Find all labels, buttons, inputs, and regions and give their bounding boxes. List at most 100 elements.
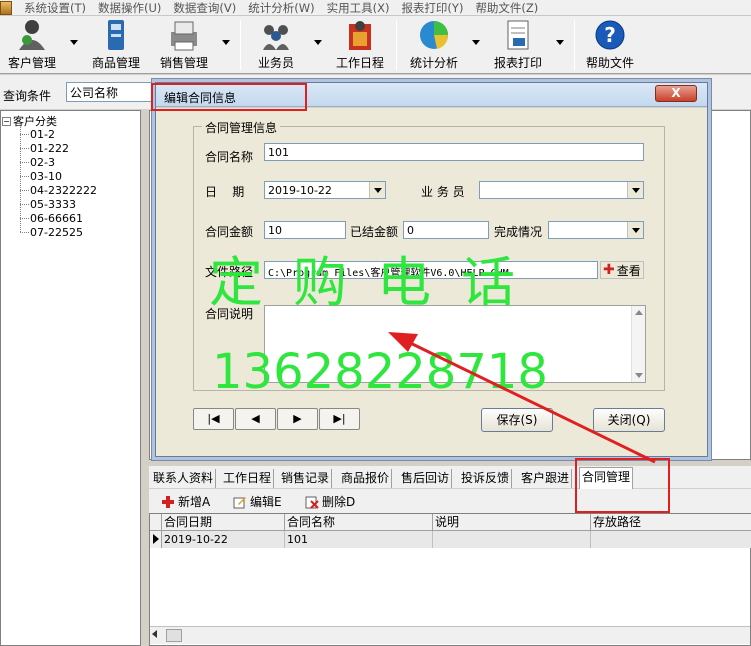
customer-icon	[15, 18, 49, 52]
save-button[interactable]: 保存(S)	[481, 408, 553, 432]
staff-button[interactable]: 业务员	[248, 18, 304, 72]
column-contract-date[interactable]: 合同日期	[162, 514, 285, 531]
menu-report-print[interactable]: 报表打印(Y)	[395, 0, 469, 15]
customer-management-label: 客户管理	[7, 56, 56, 70]
tree-item[interactable]: 07-22525	[30, 226, 83, 239]
tree-item[interactable]: 01-222	[30, 142, 69, 155]
splitter[interactable]	[141, 110, 149, 646]
first-record-button[interactable]: |◀	[193, 408, 234, 430]
tab-contacts[interactable]: 联系人资料	[151, 469, 217, 488]
cell-description[interactable]	[433, 531, 591, 548]
tree-item[interactable]: 02-3	[30, 156, 55, 169]
table-row[interactable]: 2019-10-22 101	[150, 531, 751, 548]
column-contract-name[interactable]: 合同名称	[285, 514, 433, 531]
last-record-button[interactable]: ▶|	[319, 408, 360, 430]
query-condition-label: 查询条件	[3, 89, 52, 103]
tree-item[interactable]: 05-3333	[30, 198, 76, 211]
tree-line	[20, 176, 29, 177]
menu-system-settings[interactable]: 系统设置(T)	[18, 0, 92, 15]
product-icon	[99, 18, 133, 52]
chevron-down-icon[interactable]	[369, 182, 385, 198]
add-label: 新增A	[178, 495, 211, 509]
statistics-button[interactable]: 统计分析	[404, 18, 464, 72]
report-print-button[interactable]: 报表打印	[490, 18, 546, 72]
tree-line	[20, 148, 29, 149]
tree-line	[20, 218, 29, 219]
tree-item[interactable]: 01-2	[30, 128, 55, 141]
schedule-label: 工作日程	[335, 56, 384, 70]
staff-icon	[259, 18, 293, 52]
staff-label: 业务员	[257, 56, 294, 70]
sales-icon	[167, 18, 201, 52]
cell-storage-path[interactable]	[591, 531, 751, 548]
scroll-up-icon[interactable]	[635, 310, 643, 315]
tree-root[interactable]: − 客户分类	[2, 113, 57, 129]
settled-amount-input[interactable]: 0	[403, 221, 489, 239]
annotation-box-contract-tab	[575, 458, 670, 513]
grid-corner	[150, 514, 162, 531]
cell-contract-name[interactable]: 101	[285, 531, 433, 548]
tree-line	[20, 162, 29, 163]
collapse-icon[interactable]: −	[2, 116, 11, 126]
report-icon	[501, 18, 535, 52]
tab-after-sales[interactable]: 售后回访	[399, 469, 453, 488]
chevron-down-icon[interactable]	[627, 182, 643, 198]
sales-dropdown-arrow[interactable]	[222, 40, 230, 45]
tab-product-quotes[interactable]: 商品报价	[339, 469, 393, 488]
menu-tools[interactable]: 实用工具(X)	[321, 0, 396, 15]
column-storage-path[interactable]: 存放路径	[591, 514, 751, 531]
next-record-button[interactable]: ▶	[277, 408, 318, 430]
report-dropdown-arrow[interactable]	[556, 40, 564, 45]
edit-icon	[233, 495, 247, 509]
tab-sales-records[interactable]: 销售记录	[279, 469, 333, 488]
query-field-select[interactable]: 公司名称	[66, 82, 152, 102]
edit-label: 编辑E	[250, 495, 282, 509]
close-icon[interactable]: X	[655, 85, 697, 102]
scroll-down-icon[interactable]	[635, 373, 643, 378]
column-description[interactable]: 说明	[433, 514, 591, 531]
tab-complaints[interactable]: 投诉反馈	[459, 469, 513, 488]
staff-dropdown-arrow[interactable]	[314, 40, 322, 45]
vertical-scrollbar[interactable]	[631, 306, 645, 382]
schedule-button[interactable]: 工作日程	[332, 18, 388, 72]
schedule-icon	[343, 18, 377, 52]
row-indicator-icon	[150, 531, 162, 548]
menu-help[interactable]: 帮助文件(Z)	[469, 0, 544, 15]
statistics-dropdown-arrow[interactable]	[472, 40, 480, 45]
tree-item[interactable]: 04-2322222	[30, 184, 97, 197]
app-icon	[0, 0, 12, 15]
previous-record-button[interactable]: ◀	[235, 408, 276, 430]
horizontal-scrollbar[interactable]	[150, 626, 750, 644]
cell-contract-date[interactable]: 2019-10-22	[162, 531, 285, 548]
scroll-left-icon[interactable]	[152, 630, 157, 638]
order-phone-banner: 定购电话	[209, 251, 545, 314]
sales-management-button[interactable]: 销售管理	[156, 18, 212, 72]
contract-grid[interactable]: 合同日期 合同名称 说明 存放路径 2019-10-22 101	[149, 513, 751, 646]
customer-category-tree[interactable]: − 客户分类 01-2 01-222 02-3 03-10 04-2322222…	[0, 110, 141, 646]
tree-item[interactable]: 03-10	[30, 170, 62, 183]
menu-data-query[interactable]: 数据查询(V)	[167, 0, 242, 15]
group-title: 合同管理信息	[202, 119, 281, 136]
staff-label: 业 务 员	[421, 185, 465, 199]
date-picker[interactable]: 2019-10-22	[264, 181, 386, 199]
staff-select[interactable]	[479, 181, 644, 199]
delete-button[interactable]: 删除D	[305, 493, 355, 510]
product-management-button[interactable]: 商品管理	[88, 18, 144, 72]
scroll-thumb[interactable]	[166, 629, 182, 642]
tree-item[interactable]: 06-66661	[30, 212, 83, 225]
customer-management-button[interactable]: 客户管理	[4, 18, 60, 72]
menu-data-operations[interactable]: 数据操作(U)	[92, 0, 167, 15]
status-select[interactable]	[548, 221, 644, 239]
chevron-down-icon[interactable]	[627, 222, 643, 238]
tab-schedule[interactable]: 工作日程	[221, 469, 275, 488]
menu-statistics[interactable]: 统计分析(W)	[242, 0, 320, 15]
edit-button[interactable]: 编辑E	[233, 493, 282, 510]
tab-follow-up[interactable]: 客户跟进	[519, 469, 573, 488]
contract-amount-input[interactable]: 10	[264, 221, 346, 239]
customer-dropdown-arrow[interactable]	[70, 40, 78, 45]
help-button[interactable]: ? 帮助文件	[582, 18, 638, 72]
contract-name-input[interactable]: 101	[264, 143, 644, 161]
close-button[interactable]: 关闭(Q)	[593, 408, 665, 432]
view-file-button[interactable]: ✚ 查看	[600, 261, 644, 279]
add-button[interactable]: 新增A	[161, 493, 210, 510]
